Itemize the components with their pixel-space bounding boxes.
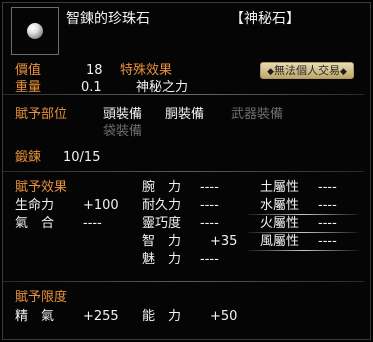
- limit-label: 賦予限度: [15, 290, 68, 305]
- divider: [3, 94, 364, 95]
- value-amount: 18: [86, 63, 103, 78]
- slot-bag: 袋裝備: [103, 124, 143, 139]
- forge-value: 10/15: [63, 150, 101, 165]
- limit-value-spirit: +255: [83, 309, 119, 324]
- limit-value-ability: +50: [210, 309, 238, 324]
- divider: [3, 171, 364, 172]
- trade-restricted-icon-right: ◆: [340, 67, 347, 77]
- stat-value-str: ----: [200, 180, 219, 195]
- trade-restricted-icon: ◆: [267, 67, 274, 77]
- limit-name-ability: 能 力: [142, 309, 182, 324]
- item-category: 【神秘石】: [230, 11, 300, 27]
- stat-value-dex: ----: [200, 216, 219, 231]
- item-name: 智鍊的珍珠石: [66, 11, 150, 27]
- slot-weapon: 武器裝備: [231, 107, 284, 122]
- forge-label: 鍛鍊: [15, 150, 42, 165]
- divider: [3, 281, 364, 282]
- value-label: 價值: [15, 63, 42, 78]
- element-row-underline: [248, 250, 358, 251]
- trade-restriction-badge: ◆無法個人交易◆: [260, 62, 354, 79]
- slot-body: 胴裝備: [165, 107, 205, 122]
- stat-name-spirit: 氣 合: [15, 216, 55, 231]
- stat-value-cha: ----: [200, 252, 219, 267]
- stat-value-int: +35: [210, 234, 238, 249]
- stat-value-spirit: ----: [83, 216, 102, 231]
- slot-head: 頭裝備: [103, 107, 143, 122]
- element-value-wind: ----: [318, 234, 337, 249]
- stat-name-cha: 魅 力: [142, 252, 182, 267]
- trade-badge-text: 無法個人交易: [274, 64, 340, 77]
- stat-name-str: 腕 力: [142, 180, 182, 195]
- element-value-water: ----: [318, 198, 337, 213]
- stat-name-vit: 耐久力: [142, 198, 182, 213]
- stat-value-hp: +100: [83, 198, 119, 213]
- stat-value-vit: ----: [200, 198, 219, 213]
- element-name-fire: 火屬性: [260, 216, 300, 231]
- element-name-wind: 風屬性: [260, 234, 300, 249]
- element-name-earth: 土屬性: [260, 180, 300, 195]
- assign-slots-label: 賦予部位: [15, 107, 68, 122]
- special-effect-label: 特殊效果: [120, 63, 173, 78]
- pearl-icon: [27, 23, 43, 39]
- limit-name-spirit: 精 氣: [15, 309, 55, 324]
- stat-name-hp: 生命力: [15, 198, 55, 213]
- element-value-fire: ----: [318, 216, 337, 231]
- element-row-underline: [248, 232, 358, 233]
- stat-name-int: 智 力: [142, 234, 182, 249]
- stat-name-dex: 靈巧度: [142, 216, 182, 231]
- item-icon-slot: [11, 7, 59, 55]
- element-name-water: 水屬性: [260, 198, 300, 213]
- element-value-earth: ----: [318, 180, 337, 195]
- effects-label: 賦予效果: [15, 180, 68, 195]
- element-row-underline: [248, 214, 358, 215]
